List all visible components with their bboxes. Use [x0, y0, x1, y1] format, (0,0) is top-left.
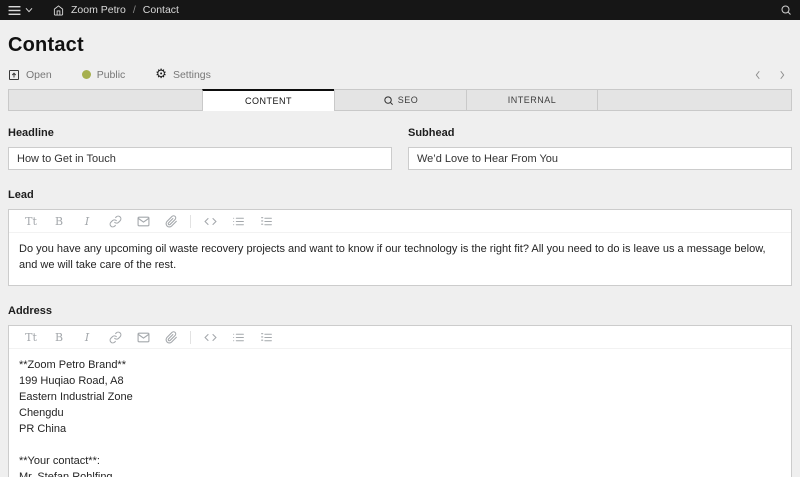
lead-toolbar: Tt B I	[9, 210, 791, 233]
attachment-button[interactable]	[157, 210, 185, 232]
lead-textarea[interactable]: Do you have any upcoming oil waste recov…	[9, 233, 791, 285]
link-button[interactable]	[101, 326, 129, 348]
home-icon[interactable]	[53, 4, 64, 16]
headline-input[interactable]	[8, 147, 392, 170]
ordered-list-icon	[260, 331, 273, 344]
ordered-list-button[interactable]	[252, 326, 280, 348]
status-dot-icon	[81, 70, 91, 79]
page-header: Contact Open Public ⚙ Settings	[0, 20, 800, 81]
unordered-list-button[interactable]	[224, 326, 252, 348]
attachment-button[interactable]	[157, 326, 185, 348]
lead-editor: Tt B I Do you have any upcoming oil wast…	[8, 209, 792, 286]
address-textarea[interactable]: **Zoom Petro Brand** 199 Huqiao Road, A8…	[9, 349, 791, 477]
bold-button[interactable]: B	[45, 210, 73, 232]
toolbar-divider	[190, 330, 191, 344]
chevron-down-icon	[25, 7, 33, 13]
italic-button[interactable]: I	[73, 210, 101, 232]
settings-label: Settings	[172, 68, 211, 81]
bold-icon: B	[54, 330, 64, 344]
address-label: Address	[8, 305, 53, 317]
address-field: Address Tt B I **Zoom Petro Brand** 199 …	[8, 305, 792, 477]
tab-seo[interactable]: SEO	[334, 90, 466, 110]
breadcrumb: Zoom Petro / Contact	[53, 4, 179, 16]
headline-field: Headline	[8, 127, 392, 170]
prev-page-button[interactable]	[754, 70, 762, 80]
text-style-button[interactable]: Tt	[17, 210, 45, 232]
open-window-icon	[8, 69, 20, 81]
italic-icon: I	[84, 330, 90, 344]
tab-seo-label: SEO	[397, 95, 419, 105]
next-page-button[interactable]	[778, 70, 786, 80]
gear-icon: ⚙	[155, 67, 167, 82]
text-style-icon: Tt	[25, 330, 37, 344]
page-title: Contact	[8, 34, 84, 56]
subhead-label: Subhead	[408, 127, 455, 139]
main-menu-button[interactable]	[8, 5, 33, 16]
search-icon	[383, 95, 394, 106]
breadcrumb-site[interactable]: Zoom Petro	[71, 4, 126, 16]
code-button[interactable]	[196, 326, 224, 348]
tab-bar: CONTENT SEO INTERNAL	[8, 89, 792, 111]
paperclip-icon	[165, 330, 178, 344]
email-icon	[137, 215, 150, 228]
settings-button[interactable]: ⚙ Settings	[155, 68, 211, 81]
text-style-button[interactable]: Tt	[17, 326, 45, 348]
topbar: Zoom Petro / Contact	[0, 0, 800, 20]
headline-label: Headline	[8, 127, 54, 139]
search-icon	[780, 4, 792, 16]
status-badge: Public	[96, 68, 126, 81]
ordered-list-button[interactable]	[252, 210, 280, 232]
bold-icon: B	[54, 214, 64, 228]
code-icon	[203, 331, 217, 344]
italic-icon: I	[84, 214, 90, 228]
link-button[interactable]	[101, 210, 129, 232]
tab-internal[interactable]: INTERNAL	[466, 90, 598, 110]
email-icon	[137, 331, 150, 344]
link-icon	[109, 215, 122, 228]
page-pager	[754, 70, 792, 80]
open-label: Open	[26, 68, 52, 81]
address-toolbar: Tt B I	[9, 326, 791, 349]
tab-content[interactable]: CONTENT	[202, 89, 334, 111]
unordered-list-icon	[232, 331, 245, 344]
lead-label: Lead	[8, 189, 34, 201]
subhead-field: Subhead	[408, 127, 792, 170]
email-button[interactable]	[129, 326, 157, 348]
ordered-list-icon	[260, 215, 273, 228]
paperclip-icon	[165, 214, 178, 228]
tab-content-label: CONTENT	[245, 96, 292, 106]
code-button[interactable]	[196, 210, 224, 232]
content-form: Headline Subhead Lead Tt B I Do you hav	[0, 111, 800, 477]
tab-internal-label: INTERNAL	[507, 95, 557, 105]
search-button[interactable]	[780, 4, 792, 16]
text-style-icon: Tt	[25, 214, 37, 228]
unordered-list-icon	[232, 215, 245, 228]
status-button[interactable]: Public	[81, 68, 126, 81]
link-icon	[109, 331, 122, 344]
subhead-input[interactable]	[408, 147, 792, 170]
address-editor: Tt B I **Zoom Petro Brand** 199 Huqiao R…	[8, 325, 792, 477]
code-icon	[203, 215, 217, 228]
unordered-list-button[interactable]	[224, 210, 252, 232]
breadcrumb-page[interactable]: Contact	[143, 4, 179, 16]
breadcrumb-separator: /	[132, 4, 136, 16]
email-button[interactable]	[129, 210, 157, 232]
header-actions: Open Public ⚙ Settings	[8, 68, 792, 81]
bold-button[interactable]: B	[45, 326, 73, 348]
lead-field: Lead Tt B I Do you have any upcoming oil…	[8, 189, 792, 286]
open-button[interactable]: Open	[8, 69, 52, 81]
hamburger-icon	[8, 5, 21, 16]
toolbar-divider	[190, 214, 191, 228]
italic-button[interactable]: I	[73, 326, 101, 348]
